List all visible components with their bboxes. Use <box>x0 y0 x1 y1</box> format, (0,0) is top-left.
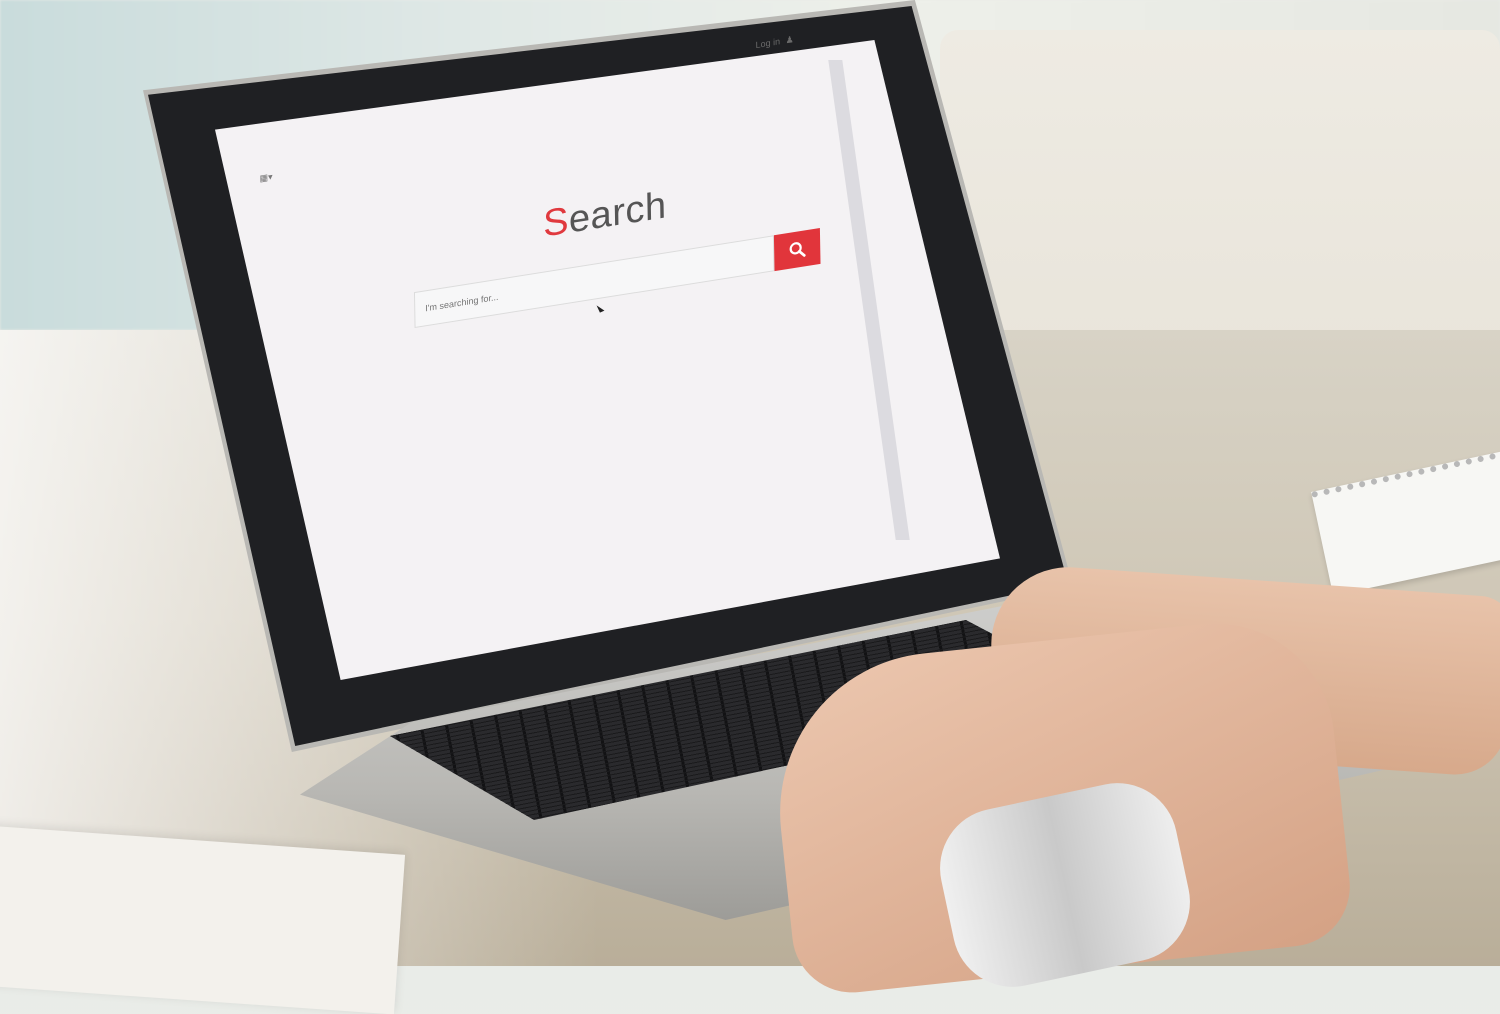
search-input[interactable] <box>413 235 775 329</box>
page-title-rest: earch <box>568 184 667 242</box>
user-icon: ♟ <box>785 34 794 46</box>
login-label: Log in <box>755 36 781 51</box>
login-link[interactable]: Log in ♟ <box>755 34 793 51</box>
magnifier-icon <box>789 242 806 257</box>
page-title: Search <box>543 184 667 246</box>
search-button[interactable] <box>773 227 821 272</box>
paper-sheet <box>0 825 406 1014</box>
grid-menu-icon[interactable]: ▦▾ <box>259 171 272 184</box>
page-title-first-letter: S <box>542 199 570 246</box>
